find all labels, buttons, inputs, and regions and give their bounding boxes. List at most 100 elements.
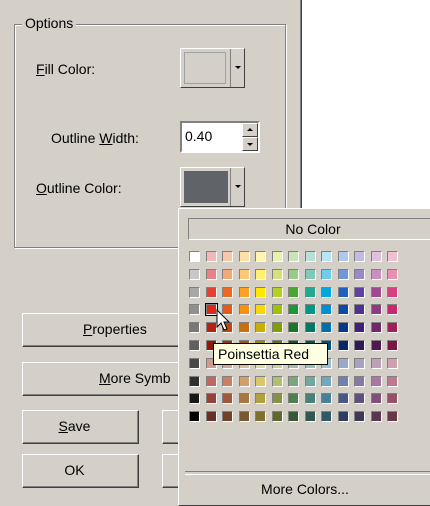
color-swatch[interactable] (189, 304, 200, 316)
color-swatch[interactable] (271, 251, 283, 262)
color-swatch[interactable] (387, 322, 398, 334)
color-swatch[interactable] (387, 304, 398, 316)
color-swatch[interactable] (205, 322, 217, 334)
color-swatch[interactable] (238, 304, 250, 316)
color-swatch[interactable] (288, 268, 299, 280)
color-swatch[interactable] (255, 286, 266, 298)
color-swatch[interactable] (321, 375, 332, 387)
color-swatch[interactable] (255, 322, 266, 334)
color-swatch[interactable] (321, 268, 332, 280)
outline-width-spinner[interactable] (242, 123, 258, 151)
color-swatch[interactable] (387, 375, 398, 387)
color-swatch[interactable] (271, 375, 283, 387)
color-swatch[interactable] (354, 340, 365, 351)
color-swatch[interactable] (238, 393, 250, 405)
color-swatch[interactable] (354, 393, 365, 405)
color-swatch[interactable] (304, 375, 316, 387)
color-swatch[interactable] (370, 322, 382, 334)
color-swatch[interactable] (387, 251, 398, 262)
color-swatch[interactable] (222, 393, 233, 405)
color-swatch[interactable] (189, 375, 200, 387)
color-swatch[interactable] (387, 357, 398, 369)
color-swatch[interactable] (288, 375, 299, 387)
color-swatch[interactable] (304, 304, 316, 316)
color-swatch[interactable] (354, 322, 365, 334)
color-swatch[interactable] (370, 251, 382, 262)
color-swatch[interactable] (337, 340, 349, 351)
color-swatch[interactable] (304, 322, 316, 334)
color-swatch[interactable] (337, 375, 349, 387)
more-colors-button[interactable]: More Colors... (179, 481, 430, 497)
color-swatch[interactable] (255, 411, 266, 423)
outline-color-dropdown-arrow[interactable] (230, 168, 244, 206)
color-swatch[interactable] (387, 286, 398, 298)
color-swatch[interactable] (337, 286, 349, 298)
color-swatch[interactable] (205, 286, 217, 298)
color-swatch[interactable] (370, 357, 382, 369)
color-swatch[interactable] (337, 393, 349, 405)
color-swatch[interactable] (354, 357, 365, 369)
color-swatch[interactable] (387, 340, 398, 351)
color-swatch[interactable] (321, 393, 332, 405)
color-swatch[interactable] (189, 411, 200, 423)
color-swatch[interactable] (238, 375, 250, 387)
color-swatch[interactable] (321, 286, 332, 298)
color-swatch[interactable] (288, 286, 299, 298)
fill-color-button[interactable] (180, 48, 245, 88)
color-swatch[interactable] (387, 393, 398, 405)
color-swatch[interactable] (222, 411, 233, 423)
color-swatch[interactable] (387, 268, 398, 280)
spin-down-button[interactable] (242, 137, 258, 151)
color-swatch[interactable] (271, 411, 283, 423)
fill-color-dropdown-arrow[interactable] (230, 49, 244, 87)
color-swatch[interactable] (271, 268, 283, 280)
color-swatch[interactable] (222, 251, 233, 262)
color-swatch[interactable] (205, 268, 217, 280)
color-swatch[interactable] (189, 340, 200, 351)
color-swatch[interactable] (189, 268, 200, 280)
color-swatch[interactable] (205, 251, 217, 262)
color-swatch[interactable] (337, 304, 349, 316)
color-swatch[interactable] (354, 411, 365, 423)
color-swatch[interactable] (370, 393, 382, 405)
color-swatch[interactable] (288, 251, 299, 262)
color-swatch[interactable] (238, 322, 250, 334)
color-swatch[interactable] (255, 304, 266, 316)
color-swatch[interactable] (255, 375, 266, 387)
more-symbols-button[interactable]: More Symb (22, 362, 194, 396)
color-swatch[interactable] (189, 322, 200, 334)
color-swatch[interactable] (222, 286, 233, 298)
color-swatch[interactable] (304, 251, 316, 262)
color-swatch[interactable] (321, 322, 332, 334)
color-swatch[interactable] (271, 286, 283, 298)
color-swatch[interactable] (370, 375, 382, 387)
color-swatch[interactable] (288, 322, 299, 334)
color-swatch[interactable] (222, 268, 233, 280)
color-swatch[interactable] (321, 411, 332, 423)
color-swatch[interactable] (304, 286, 316, 298)
color-swatch[interactable] (255, 268, 266, 280)
color-swatch[interactable] (354, 375, 365, 387)
color-swatch[interactable] (238, 286, 250, 298)
color-swatch[interactable] (370, 286, 382, 298)
color-swatch[interactable] (370, 340, 382, 351)
color-swatch[interactable] (304, 393, 316, 405)
color-swatch[interactable] (271, 322, 283, 334)
spin-up-button[interactable] (242, 123, 258, 137)
color-swatch[interactable] (337, 357, 349, 369)
color-swatch[interactable] (189, 251, 200, 262)
save-button[interactable]: Save (22, 410, 139, 444)
color-swatch[interactable] (189, 393, 200, 405)
color-swatch[interactable] (354, 286, 365, 298)
color-swatch[interactable] (337, 268, 349, 280)
properties-button[interactable]: Properties (22, 313, 194, 347)
color-swatch[interactable] (337, 322, 349, 334)
color-swatch[interactable] (238, 251, 250, 262)
color-swatch[interactable] (271, 304, 283, 316)
color-swatch[interactable] (238, 268, 250, 280)
color-swatch[interactable] (255, 393, 266, 405)
color-swatch[interactable] (255, 251, 266, 262)
color-swatch[interactable] (387, 411, 398, 423)
color-swatch[interactable] (189, 286, 200, 298)
color-swatch[interactable] (288, 411, 299, 423)
